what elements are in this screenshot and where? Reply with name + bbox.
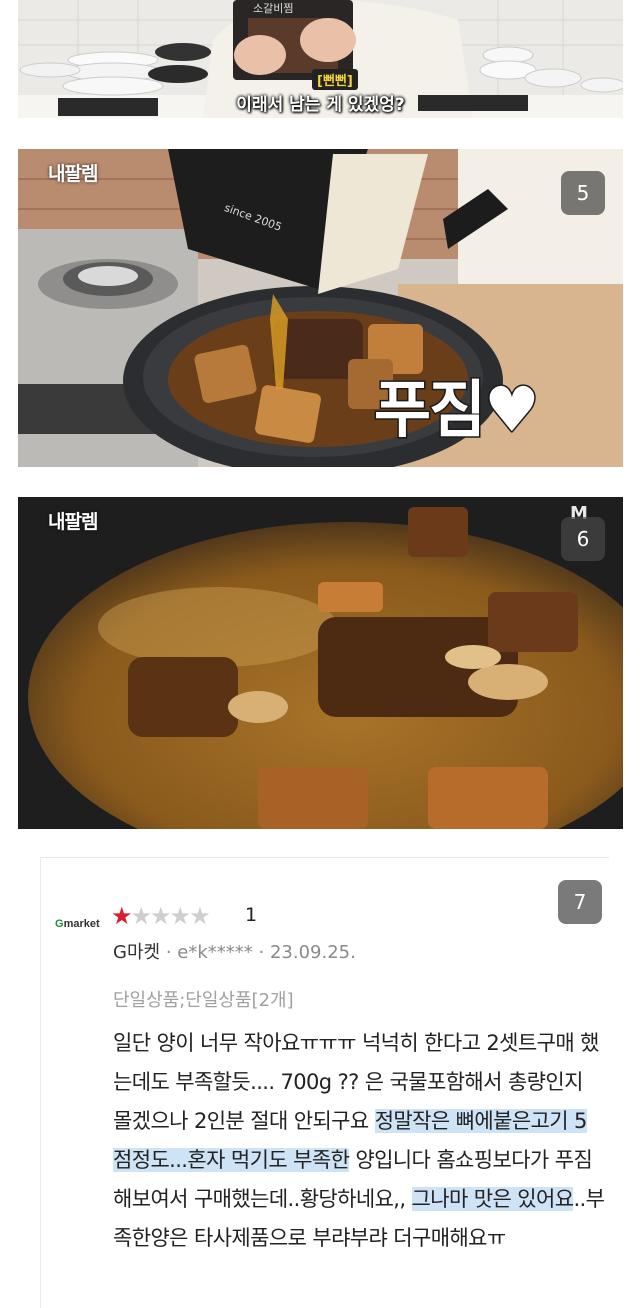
sound-effect-caption: [뻔뻔] bbox=[312, 69, 358, 90]
review-date: 23.09.25. bbox=[269, 942, 356, 963]
review-text: 일단 양이 너무 작아요ㅠㅠㅠ 넉넉히 한다고 2셋트구매 했는데도 부족할듯.… bbox=[113, 1024, 605, 1258]
overlay-caption: 푸짐♥ bbox=[373, 372, 542, 448]
channel-watermark: 내팔렘 bbox=[48, 163, 98, 185]
video-frame-2: since 2005 내팔렘 5 푸짐♥ bbox=[18, 149, 623, 467]
video-frame-1: 소갈비찜 [뻔뻔] 이래서 남는 게 있겠엉? bbox=[18, 0, 623, 118]
star-icon-empty: ★★★★ bbox=[130, 902, 211, 930]
gmarket-logo-text: market bbox=[63, 918, 100, 930]
gmarket-logo-g: G bbox=[55, 918, 64, 930]
video-subtitle: 이래서 남는 게 있겠엉? bbox=[236, 95, 405, 115]
reviewer-id: e*k***** bbox=[177, 942, 253, 963]
channel-watermark: 내팔렘 bbox=[48, 511, 98, 533]
product-review-card: Gmarket ★★★★★ 1 G마켓 · e*k***** · 23.09.2… bbox=[40, 857, 609, 1308]
star-rating: ★★★★★ bbox=[111, 902, 211, 930]
purchase-option: 단일상품;단일상품[2개] bbox=[113, 990, 294, 1011]
review-highlight: 그나마 맛은 있어요 bbox=[411, 1187, 574, 1211]
star-icon-filled: ★ bbox=[111, 902, 132, 930]
image-index-badge: 6 bbox=[561, 517, 605, 561]
store-name: G마켓 bbox=[113, 942, 161, 963]
review-meta: G마켓 · e*k***** · 23.09.25. bbox=[113, 942, 356, 963]
rating-value: 1 bbox=[245, 904, 258, 926]
image-index-badge: 7 bbox=[558, 880, 602, 924]
package-label: 소갈비찜 bbox=[253, 2, 294, 15]
image-index-badge: 5 bbox=[561, 171, 605, 215]
gmarket-logo: Gmarket bbox=[55, 918, 100, 930]
video-frame-3: 내팔렘 M 6 bbox=[18, 497, 623, 829]
